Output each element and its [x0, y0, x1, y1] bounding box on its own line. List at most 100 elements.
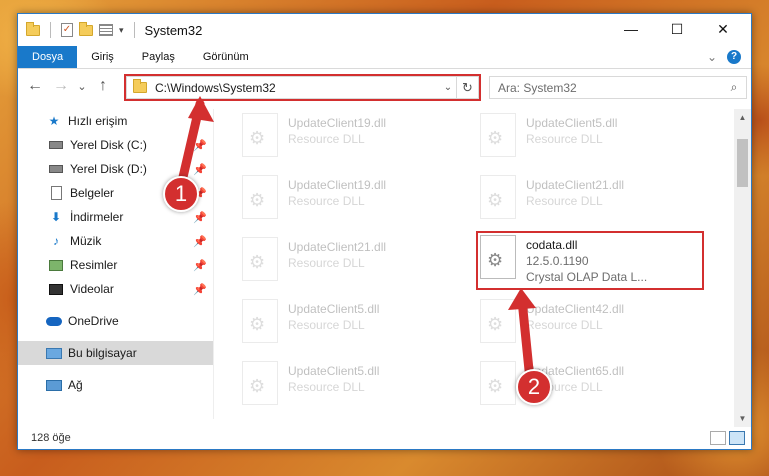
tab-share[interactable]: Paylaş — [128, 46, 189, 68]
videos-icon — [48, 282, 64, 296]
collapse-ribbon-icon[interactable]: ⌄ — [707, 50, 717, 64]
details-view-icon[interactable] — [710, 431, 726, 445]
sidebar-item-network[interactable]: Ağ — [18, 373, 213, 397]
sidebar-item-onedrive[interactable]: OneDrive — [18, 309, 213, 333]
pin-icon: 📌 — [193, 283, 207, 296]
back-arrow-icon[interactable]: ← — [24, 75, 46, 97]
pin-icon: 📌 — [193, 259, 207, 272]
recent-locations-icon[interactable]: ⌄ — [76, 75, 88, 97]
file-item[interactable]: UpdateClient5.dll Resource DLL — [480, 113, 700, 165]
sidebar-item-music[interactable]: ♪ Müzik 📌 — [18, 229, 213, 253]
callout-badge-1: 1 — [163, 176, 199, 212]
search-icon[interactable]: ⌕ — [722, 80, 746, 95]
sidebar-item-label: Ağ — [68, 378, 83, 392]
sidebar-item-quick-access[interactable]: ★ Hızlı erişim — [18, 109, 213, 133]
scroll-up-icon[interactable]: ▲ — [734, 109, 751, 126]
file-description: Resource DLL — [526, 318, 603, 332]
dll-file-icon — [480, 113, 516, 157]
sidebar-item-label: Belgeler — [70, 186, 115, 200]
file-name: UpdateClient21.dll — [288, 240, 387, 254]
tab-view[interactable]: Görünüm — [189, 46, 263, 68]
scroll-down-icon[interactable]: ▼ — [734, 410, 751, 427]
file-item[interactable]: UpdateClient19.dll Resource DLL — [242, 175, 462, 227]
dll-file-icon — [480, 175, 516, 219]
quick-access-dropdown-icon[interactable]: ▾ — [119, 25, 124, 36]
dll-file-icon — [242, 299, 278, 343]
file-description: Resource DLL — [526, 194, 603, 208]
file-name: UpdateClient5.dll — [288, 364, 380, 378]
pin-icon: 📌 — [193, 235, 207, 248]
customize-icon[interactable] — [99, 24, 113, 36]
file-name: UpdateClient42.dll — [526, 302, 625, 316]
explorer-window: ✓ ▾ System32 — ☐ ✕ Dosya Giriş Paylaş Gö… — [17, 13, 752, 450]
file-item[interactable]: UpdateClient19.dll Resource DLL — [242, 113, 462, 165]
sidebar-item-label: Yerel Disk (D:) — [70, 162, 147, 176]
tiles-view-icon[interactable] — [729, 431, 745, 445]
dll-file-icon — [480, 299, 516, 343]
sidebar-item-label: Resimler — [70, 258, 118, 272]
search-input[interactable]: Ara: System32 — [498, 81, 577, 95]
file-description: Resource DLL — [288, 194, 365, 208]
help-icon[interactable]: ? — [727, 50, 741, 64]
dll-file-icon — [242, 175, 278, 219]
drive-icon — [48, 162, 64, 176]
sidebar-item-label: Hızlı erişim — [68, 114, 128, 128]
file-item[interactable]: UpdateClient5.dll Resource DLL — [242, 361, 462, 413]
drive-icon — [48, 138, 64, 152]
callout-badge-2: 2 — [516, 369, 552, 405]
pane-divider — [213, 109, 214, 419]
file-description: Resource DLL — [288, 380, 365, 394]
view-toggle — [710, 431, 751, 445]
divider — [133, 22, 135, 38]
documents-icon — [48, 186, 64, 200]
file-highlight-box — [476, 231, 704, 290]
minimize-button[interactable]: — — [608, 14, 654, 44]
folder-icon — [26, 21, 40, 36]
sidebar-item-videos[interactable]: Videolar 📌 — [18, 277, 213, 301]
file-item[interactable]: UpdateClient21.dll Resource DLL — [480, 175, 700, 227]
pin-icon: 📌 — [193, 163, 207, 176]
close-button[interactable]: ✕ — [700, 14, 746, 44]
file-description: Resource DLL — [288, 256, 365, 270]
pin-icon: 📌 — [193, 211, 207, 224]
sidebar-item-label: Bu bilgisayar — [68, 346, 137, 360]
tab-file[interactable]: Dosya — [18, 46, 78, 68]
network-icon — [46, 378, 62, 392]
tab-home[interactable]: Giriş — [77, 46, 128, 68]
file-name: UpdateClient21.dll — [526, 178, 625, 192]
navigation-pane: ★ Hızlı erişim Yerel Disk (C:) 📌 Yerel D… — [18, 109, 213, 419]
item-count: 128 öğe — [31, 432, 71, 444]
forward-arrow-icon[interactable]: → — [50, 75, 72, 97]
file-name: UpdateClient5.dll — [288, 302, 380, 316]
title-bar: ✓ ▾ System32 — ☐ ✕ — [18, 14, 751, 46]
new-folder-icon[interactable] — [79, 21, 93, 36]
ribbon-tabs: Dosya Giriş Paylaş Görünüm ⌄ ? — [18, 46, 751, 68]
pin-icon: 📌 — [193, 139, 207, 152]
quick-access-toolbar: ✓ ▾ — [26, 21, 139, 38]
search-box[interactable]: Ara: System32 ⌕ — [489, 76, 747, 99]
file-item[interactable]: UpdateClient5.dll Resource DLL — [242, 299, 462, 351]
downloads-icon: ⬇ — [50, 210, 62, 224]
file-item[interactable]: UpdateClient65.dllResource DLL — [480, 361, 700, 413]
maximize-button[interactable]: ☐ — [654, 14, 700, 44]
sidebar-item-local-disk-c[interactable]: Yerel Disk (C:) 📌 — [18, 133, 213, 157]
sidebar-item-label: İndirmeler — [70, 210, 124, 224]
pictures-icon — [48, 258, 64, 272]
dll-file-icon — [242, 361, 278, 405]
music-icon: ♪ — [53, 234, 59, 248]
dll-file-icon — [242, 237, 278, 281]
file-name: UpdateClient19.dll — [288, 178, 387, 192]
window-title: System32 — [144, 22, 203, 38]
file-item[interactable]: UpdateClient21.dll Resource DLL — [242, 237, 462, 289]
dll-file-icon — [242, 113, 278, 157]
vertical-scrollbar[interactable]: ▲ ▼ — [734, 109, 751, 427]
divider — [50, 22, 51, 38]
file-description: Resource DLL — [288, 318, 365, 332]
sidebar-item-this-pc[interactable]: Bu bilgisayar — [18, 341, 213, 365]
properties-check-icon[interactable]: ✓ — [61, 23, 73, 37]
scrollbar-thumb[interactable] — [737, 139, 748, 187]
sidebar-item-label: Videolar — [70, 282, 114, 296]
up-arrow-icon[interactable]: ↑ — [92, 75, 114, 97]
sidebar-item-pictures[interactable]: Resimler 📌 — [18, 253, 213, 277]
file-item[interactable]: UpdateClient42.dll Resource DLL — [480, 299, 700, 351]
